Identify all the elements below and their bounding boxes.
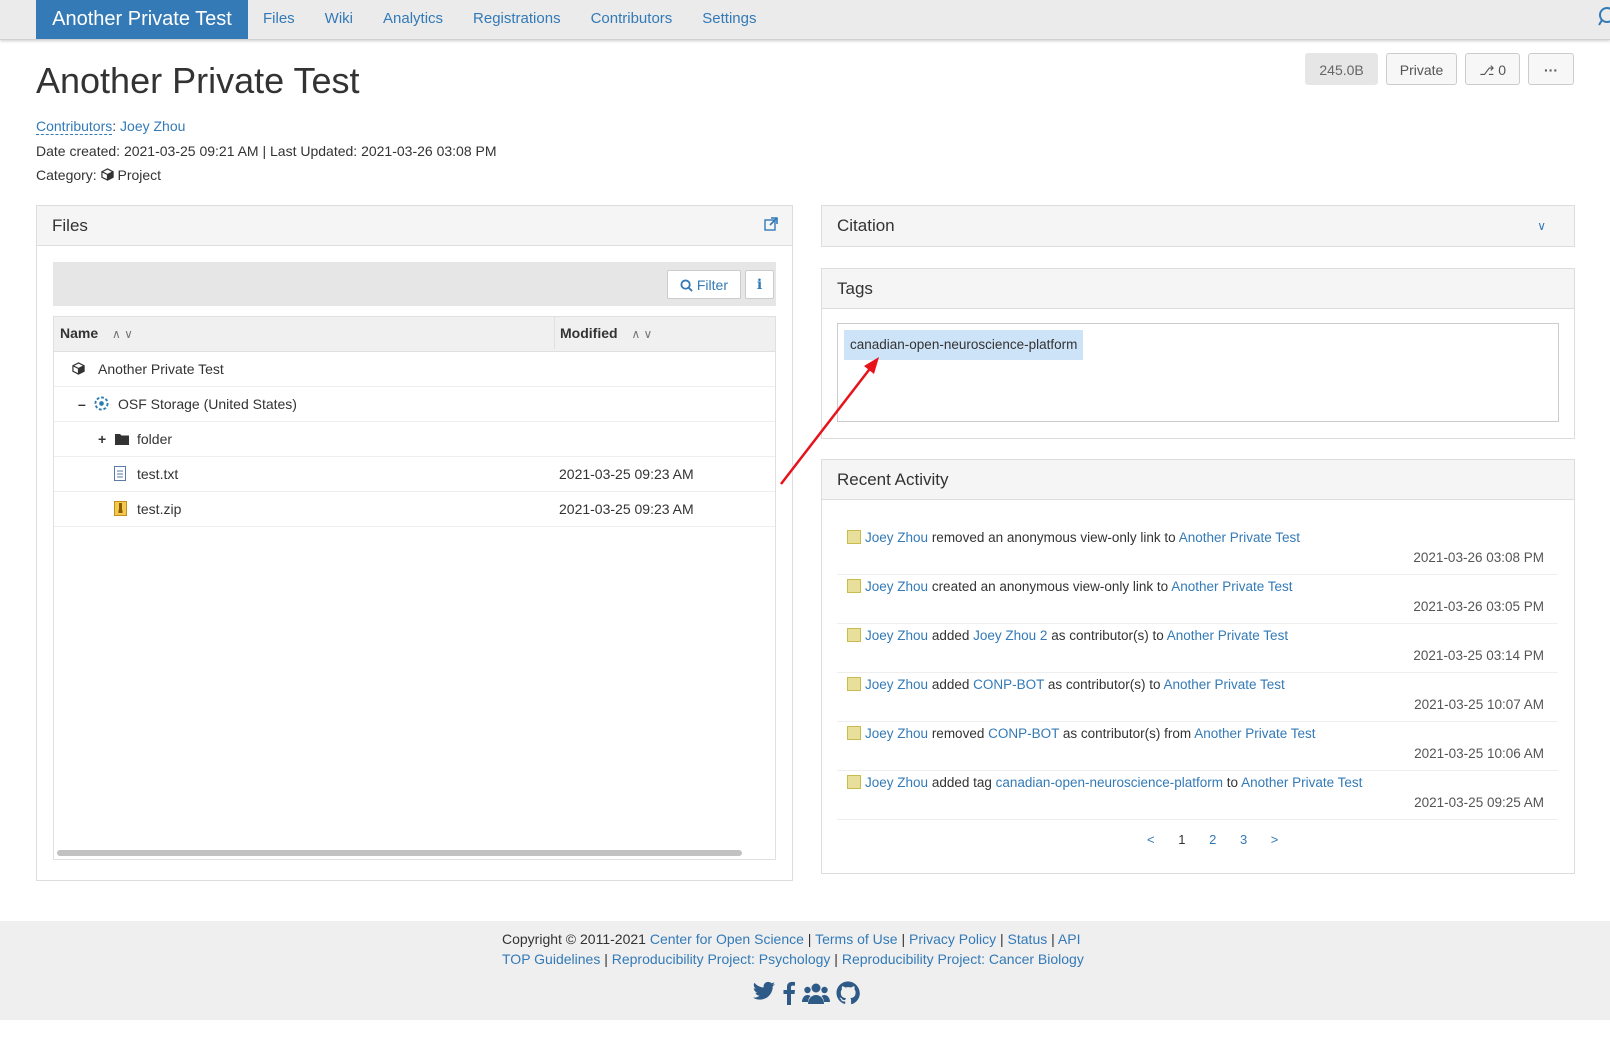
activity-item: Joey Zhou removed an anonymous view-only… bbox=[837, 526, 1558, 575]
copyright-text: Copyright © 2011-2021 bbox=[502, 931, 646, 947]
footer-link-status[interactable]: Status bbox=[1008, 931, 1048, 947]
footer-line-2: TOP Guidelines | Reproducibility Project… bbox=[502, 951, 1084, 967]
footer-link-rpp[interactable]: Reproducibility Project: Psychology bbox=[612, 951, 831, 967]
activity-user[interactable]: Joey Zhou bbox=[865, 677, 928, 692]
site-footer: Copyright © 2011-2021 Center for Open Sc… bbox=[0, 921, 1610, 1020]
activity-pagination: < 1 2 3 > bbox=[1137, 832, 1288, 847]
activity-action: added tag bbox=[931, 775, 992, 790]
activity-action: removed bbox=[931, 726, 985, 741]
pager-next[interactable]: > bbox=[1271, 832, 1279, 847]
activity-user[interactable]: Joey Zhou bbox=[865, 579, 928, 594]
activity-action: removed an anonymous view-only link to bbox=[931, 530, 1176, 545]
recent-activity-panel: Recent Activity Joey Zhou removed an ano… bbox=[821, 459, 1575, 874]
avatar bbox=[847, 530, 861, 544]
activity-target[interactable]: Another Private Test bbox=[1163, 677, 1284, 692]
activity-object[interactable]: Joey Zhou 2 bbox=[973, 628, 1047, 643]
activity-connector: to bbox=[1226, 775, 1239, 790]
activity-connector: as contributor(s) from bbox=[1062, 726, 1192, 741]
footer-link-api[interactable]: API bbox=[1058, 931, 1081, 947]
activity-item: Joey Zhou removed CONP-BOT as contributo… bbox=[837, 722, 1558, 771]
activity-item: Joey Zhou added tag canadian-open-neuros… bbox=[837, 771, 1558, 820]
footer-link-rpcb[interactable]: Reproducibility Project: Cancer Biology bbox=[842, 951, 1084, 967]
avatar bbox=[847, 726, 861, 740]
footer-link-terms[interactable]: Terms of Use bbox=[815, 931, 897, 947]
activity-user[interactable]: Joey Zhou bbox=[865, 775, 928, 790]
avatar bbox=[847, 775, 861, 789]
activity-connector: as contributor(s) to bbox=[1047, 677, 1161, 692]
activity-target[interactable]: Another Private Test bbox=[1179, 530, 1300, 545]
pager-page-1[interactable]: 1 bbox=[1178, 832, 1185, 847]
activity-action: created an anonymous view-only link to bbox=[931, 579, 1169, 594]
activity-time: 2021-03-25 10:07 AM bbox=[1414, 697, 1544, 712]
footer-link-top[interactable]: TOP Guidelines bbox=[502, 951, 600, 967]
activity-target[interactable]: Another Private Test bbox=[1241, 775, 1362, 790]
group-icon[interactable] bbox=[802, 981, 830, 1008]
activity-item: Joey Zhou added CONP-BOT as contributor(… bbox=[837, 673, 1558, 722]
avatar bbox=[847, 579, 861, 593]
activity-time: 2021-03-25 09:25 AM bbox=[1414, 795, 1544, 810]
recent-activity-header: Recent Activity bbox=[822, 460, 1574, 500]
activity-connector: as contributor(s) to bbox=[1051, 628, 1164, 643]
activity-item: Joey Zhou added Joey Zhou 2 as contribut… bbox=[837, 624, 1558, 673]
pager-page-3[interactable]: 3 bbox=[1240, 832, 1247, 847]
activity-target[interactable]: Another Private Test bbox=[1167, 628, 1288, 643]
activity-time: 2021-03-25 10:06 AM bbox=[1414, 746, 1544, 761]
github-icon[interactable] bbox=[836, 981, 860, 1008]
activity-item: Joey Zhou created an anonymous view-only… bbox=[837, 575, 1558, 624]
recent-activity-title: Recent Activity bbox=[837, 470, 949, 489]
facebook-icon[interactable] bbox=[782, 981, 796, 1008]
activity-action: added bbox=[931, 628, 970, 643]
social-links bbox=[752, 981, 866, 1008]
activity-object[interactable]: CONP-BOT bbox=[988, 726, 1059, 741]
twitter-icon[interactable] bbox=[752, 981, 776, 1008]
activity-object[interactable]: canadian-open-neuroscience-platform bbox=[996, 775, 1223, 790]
avatar bbox=[847, 628, 861, 642]
pager-page-2[interactable]: 2 bbox=[1209, 832, 1216, 847]
activity-time: 2021-03-25 03:14 PM bbox=[1413, 648, 1544, 663]
footer-line-1: Copyright © 2011-2021 Center for Open Sc… bbox=[502, 931, 1081, 947]
footer-link-cos[interactable]: Center for Open Science bbox=[650, 931, 804, 947]
pager-prev[interactable]: < bbox=[1147, 832, 1155, 847]
avatar bbox=[847, 677, 861, 691]
activity-action: added bbox=[931, 677, 970, 692]
activity-user[interactable]: Joey Zhou bbox=[865, 726, 928, 741]
activity-user[interactable]: Joey Zhou bbox=[865, 530, 928, 545]
activity-list: Joey Zhou removed an anonymous view-only… bbox=[837, 526, 1558, 820]
footer-link-privacy[interactable]: Privacy Policy bbox=[909, 931, 996, 947]
activity-target[interactable]: Another Private Test bbox=[1171, 579, 1292, 594]
activity-time: 2021-03-26 03:08 PM bbox=[1413, 550, 1544, 565]
activity-user[interactable]: Joey Zhou bbox=[865, 628, 928, 643]
activity-target[interactable]: Another Private Test bbox=[1194, 726, 1315, 741]
activity-time: 2021-03-26 03:05 PM bbox=[1413, 599, 1544, 614]
activity-object[interactable]: CONP-BOT bbox=[973, 677, 1044, 692]
